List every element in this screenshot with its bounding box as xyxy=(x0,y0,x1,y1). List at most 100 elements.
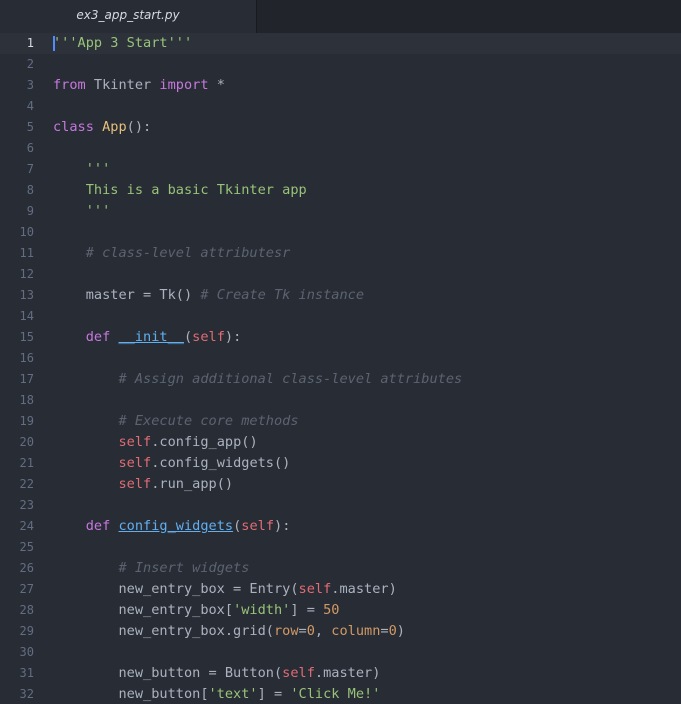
line-number: 21 xyxy=(19,456,34,470)
code-token: .master) xyxy=(314,665,381,681)
code-text: def config_widgets(self): xyxy=(53,516,291,537)
code-token: * xyxy=(208,77,225,93)
code-line[interactable]: 9 ''' xyxy=(0,201,681,222)
code-text: new_entry_box['width'] = 50 xyxy=(53,600,339,621)
code-line[interactable]: 29 new_entry_box.grid(row=0, column=0) xyxy=(0,621,681,642)
code-line[interactable]: 32 new_button['text'] = 'Click Me!' xyxy=(0,684,681,704)
code-line[interactable]: 6 xyxy=(0,138,681,159)
code-line[interactable]: 20 self.config_app() xyxy=(0,432,681,453)
code-token: ( xyxy=(183,329,193,345)
line-number: 16 xyxy=(19,351,34,365)
code-token: # Insert widgets xyxy=(118,560,250,576)
code-token: ] = xyxy=(257,686,291,702)
code-line[interactable]: 8 This is a basic Tkinter app xyxy=(0,180,681,201)
code-line[interactable]: 12 xyxy=(0,264,681,285)
code-token: = xyxy=(380,623,389,639)
code-line[interactable]: 1 '''App 3 Start''' xyxy=(0,33,681,54)
code-token: new_entry_box = Entry( xyxy=(53,581,299,597)
line-number: 22 xyxy=(19,477,34,491)
code-line[interactable]: 19 # Execute core methods xyxy=(0,411,681,432)
code-token: config_widgets xyxy=(118,518,234,534)
code-token: ''' xyxy=(85,203,111,219)
code-token: self xyxy=(298,581,332,597)
code-line[interactable]: 11 # class-level attributesr xyxy=(0,243,681,264)
code-token: master = Tk() xyxy=(53,287,201,303)
code-token: 0 xyxy=(388,623,397,639)
code-text: ''' xyxy=(53,159,111,180)
code-token: self xyxy=(241,518,275,534)
code-token: class xyxy=(53,119,94,135)
code-line[interactable]: 4 xyxy=(0,96,681,117)
line-number: 20 xyxy=(19,435,34,449)
code-line[interactable]: 7 ''' xyxy=(0,159,681,180)
code-token: 'Click Me!' xyxy=(290,686,381,702)
code-line[interactable]: 16 xyxy=(0,348,681,369)
code-text: # Assign additional class-level attribut… xyxy=(53,369,462,390)
code-line[interactable]: 15 def __init__(self): xyxy=(0,327,681,348)
code-text: new_entry_box.grid(row=0, column=0) xyxy=(53,621,405,642)
code-editor[interactable]: 1 '''App 3 Start''' 2 3 from Tkinter import … xyxy=(0,33,681,704)
code-line[interactable]: 14 xyxy=(0,306,681,327)
code-line[interactable]: 5 class App(): xyxy=(0,117,681,138)
code-line[interactable]: 13 master = Tk() # Create Tk instance xyxy=(0,285,681,306)
code-token: self xyxy=(118,434,152,450)
line-number: 14 xyxy=(19,309,34,323)
line-number: 24 xyxy=(19,519,34,533)
tab-ex3-app-start[interactable]: ex3_app_start.py xyxy=(0,0,257,33)
line-number: 6 xyxy=(26,141,34,155)
code-line[interactable]: 23 xyxy=(0,495,681,516)
code-line[interactable]: 30 xyxy=(0,642,681,663)
code-token: import xyxy=(159,77,209,93)
code-line[interactable]: 3 from Tkinter import * xyxy=(0,75,681,96)
code-token: ''' xyxy=(85,161,111,177)
code-line[interactable]: 31 new_button = Button(self.master) xyxy=(0,663,681,684)
code-text: self.config_app() xyxy=(53,432,257,453)
code-line[interactable]: 21 self.config_widgets() xyxy=(0,453,681,474)
code-token: from xyxy=(53,77,86,93)
code-line[interactable]: 27 new_entry_box = Entry(self.master) xyxy=(0,579,681,600)
code-token: self xyxy=(118,476,152,492)
line-number: 26 xyxy=(19,561,34,575)
code-text: from Tkinter import * xyxy=(53,75,225,96)
code-token: # Create Tk instance xyxy=(200,287,365,303)
code-text: self.run_app() xyxy=(53,474,233,495)
code-token: 'text' xyxy=(208,686,258,702)
code-line[interactable]: 28 new_entry_box['width'] = 50 xyxy=(0,600,681,621)
code-token: 50 xyxy=(323,602,340,618)
code-line[interactable]: 25 xyxy=(0,537,681,558)
code-line[interactable]: 22 self.run_app() xyxy=(0,474,681,495)
code-line[interactable]: 17 # Assign additional class-level attri… xyxy=(0,369,681,390)
line-number: 30 xyxy=(19,645,34,659)
line-number: 18 xyxy=(19,393,34,407)
code-line[interactable]: 18 xyxy=(0,390,681,411)
code-text: self.config_widgets() xyxy=(53,453,290,474)
code-token: row xyxy=(273,623,299,639)
code-token: new_button = Button( xyxy=(53,665,283,681)
code-line[interactable]: 10 xyxy=(0,222,681,243)
line-number: 23 xyxy=(19,498,34,512)
line-number: 15 xyxy=(19,330,34,344)
code-text: def __init__(self): xyxy=(53,327,242,348)
line-number: 25 xyxy=(19,540,34,554)
line-number: 31 xyxy=(19,666,34,680)
code-token: , xyxy=(314,623,332,639)
code-token: new_entry_box.grid( xyxy=(53,623,274,639)
code-line[interactable]: 26 # Insert widgets xyxy=(0,558,681,579)
code-token: column xyxy=(331,623,381,639)
code-token: def xyxy=(85,329,111,345)
code-token: (): xyxy=(126,119,152,135)
code-token: Tkinter xyxy=(85,77,160,93)
code-token: __init__ xyxy=(118,329,184,345)
tab-bar: ex3_app_start.py xyxy=(0,0,681,33)
code-line[interactable]: 24 def config_widgets(self): xyxy=(0,516,681,537)
code-token: # class-level attributesr xyxy=(85,245,291,261)
code-line[interactable]: 2 xyxy=(0,54,681,75)
code-token: ] = xyxy=(290,602,324,618)
